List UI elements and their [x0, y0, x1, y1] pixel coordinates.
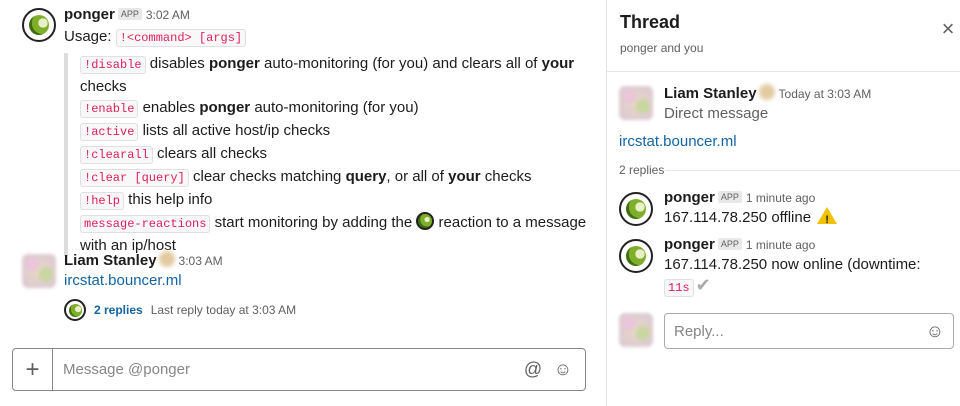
status-emoji-icon — [158, 251, 175, 267]
divider — [665, 170, 960, 171]
message-text: Direct message — [664, 105, 769, 122]
leaf-icon — [68, 303, 82, 317]
author-name[interactable]: ponger — [664, 236, 715, 253]
command-bold: your — [541, 55, 575, 72]
command-text: clear checks matching — [188, 168, 346, 185]
message-text: 167.114.78.250 offline — [664, 209, 812, 226]
thread-reply: ponger APP 1 minute ago 167.114.78.250 now… — [664, 236, 954, 299]
user-avatar[interactable] — [619, 86, 653, 120]
message-link[interactable]: ircstat.bouncer.ml — [64, 272, 182, 289]
thread-title: Thread — [620, 12, 681, 32]
thread-subtitle: ponger and you — [620, 41, 704, 55]
current-user-avatar — [619, 313, 653, 347]
command-bold: ponger — [199, 99, 251, 116]
command-text: auto-monitoring (for you) and clears all… — [259, 55, 542, 72]
status-emoji-icon — [758, 84, 775, 100]
thread-header: Thread ponger and you × — [607, 0, 960, 72]
command-code: !disable — [80, 56, 146, 74]
command-text: , or all of — [386, 168, 449, 185]
command-code: message-reactions — [80, 215, 211, 233]
timestamp[interactable]: 3:03 AM — [179, 254, 223, 268]
command-text: auto-monitoring (for you) — [250, 99, 419, 116]
command-code: !help — [80, 192, 125, 210]
close-icon[interactable]: × — [938, 18, 958, 40]
command-line: !active lists all active host/ip checks — [80, 120, 594, 143]
app-badge: APP — [117, 8, 142, 20]
command-line: !disable disables ponger auto-monitoring… — [80, 53, 594, 97]
command-text: clears all checks — [152, 145, 268, 162]
command-bold: your — [448, 168, 481, 185]
command-bold: query — [345, 168, 387, 185]
message-input[interactable] — [53, 361, 523, 378]
timestamp[interactable]: 1 minute ago — [746, 191, 815, 205]
ponger-avatar-small — [64, 299, 86, 321]
command-code: !active — [80, 123, 139, 141]
replies-link[interactable]: 2 replies — [94, 303, 143, 317]
author-name[interactable]: ponger — [64, 6, 115, 23]
timestamp[interactable]: 1 minute ago — [746, 238, 815, 252]
usage-label: Usage: — [64, 28, 112, 45]
reply-input[interactable] — [665, 322, 925, 340]
reply-composer: ☺ — [664, 313, 954, 349]
command-text: checks — [80, 78, 127, 95]
usage-code: !<command> [args] — [115, 29, 247, 47]
thread-pane: Thread ponger and you × Liam Stanley Toda… — [606, 0, 960, 406]
command-code: !clear [query] — [80, 169, 189, 187]
author-name[interactable]: Liam Stanley — [664, 85, 757, 102]
command-text: start monitoring by adding the — [210, 214, 417, 231]
user-avatar[interactable] — [22, 254, 56, 288]
author-name[interactable]: Liam Stanley — [64, 252, 157, 269]
add-attachment-button[interactable]: + — [13, 349, 53, 390]
message-link[interactable]: ircstat.bouncer.ml — [619, 133, 737, 150]
thread-parent-message: Liam Stanley Today at 3:03 AM Direct mess… — [664, 84, 871, 124]
checkmark-icon: ✔ — [695, 275, 711, 295]
leaf-icon — [626, 246, 646, 266]
command-text: this help info — [124, 191, 213, 208]
mention-icon[interactable]: @ — [523, 359, 543, 380]
author-name[interactable]: ponger — [664, 189, 715, 206]
user-message: Liam Stanley 3:03 AM ircstat.bouncer.ml — [64, 251, 223, 291]
command-line: !clearall clears all checks — [80, 143, 594, 166]
thread-summary[interactable]: 2 replies Last reply today at 3:03 AM — [64, 299, 296, 321]
ponger-avatar[interactable] — [619, 239, 653, 273]
command-text: checks — [480, 168, 532, 185]
command-line: !help this help info — [80, 189, 594, 212]
message-text: 167.114.78.250 now online (downtime: — [664, 256, 921, 273]
command-list: !disable disables ponger auto-monitoring… — [64, 53, 594, 256]
thread-reply: ponger APP 1 minute ago 167.114.78.250 off… — [664, 189, 838, 231]
command-line: !enable enables ponger auto-monitoring (… — [80, 97, 594, 120]
bot-help-message: ponger APP 3:02 AM Usage: !<command> [args… — [64, 6, 594, 256]
timestamp[interactable]: Today at 3:03 AM — [779, 87, 872, 101]
app-badge: APP — [717, 238, 742, 250]
emoji-icon[interactable]: ☺ — [553, 359, 573, 380]
emoji-icon[interactable]: ☺ — [925, 321, 945, 341]
command-code: !clearall — [80, 146, 153, 164]
timestamp[interactable]: 3:02 AM — [146, 8, 190, 22]
message-composer: + @ ☺ — [12, 348, 586, 391]
warning-icon — [817, 207, 838, 231]
replies-count: 2 replies — [619, 163, 665, 177]
conversation-pane: ponger APP 3:02 AM Usage: !<command> [args… — [0, 0, 606, 406]
command-text: enables — [138, 99, 200, 116]
command-bold: ponger — [208, 55, 260, 72]
leaf-reaction-icon — [416, 212, 435, 230]
command-line: !clear [query] clear checks matching que… — [80, 166, 594, 189]
last-reply-text: Last reply today at 3:03 AM — [150, 303, 297, 317]
leaf-icon — [29, 15, 49, 35]
ponger-avatar[interactable] — [619, 192, 653, 226]
leaf-icon — [626, 199, 646, 219]
app-badge: APP — [717, 191, 742, 203]
command-line: message-reactions start monitoring by ad… — [80, 212, 594, 256]
command-text: disables — [145, 55, 209, 72]
downtime-code: 11s — [664, 279, 694, 297]
command-code: !enable — [80, 100, 139, 118]
command-text: lists all active host/ip checks — [138, 122, 331, 139]
ponger-avatar[interactable] — [22, 8, 56, 42]
